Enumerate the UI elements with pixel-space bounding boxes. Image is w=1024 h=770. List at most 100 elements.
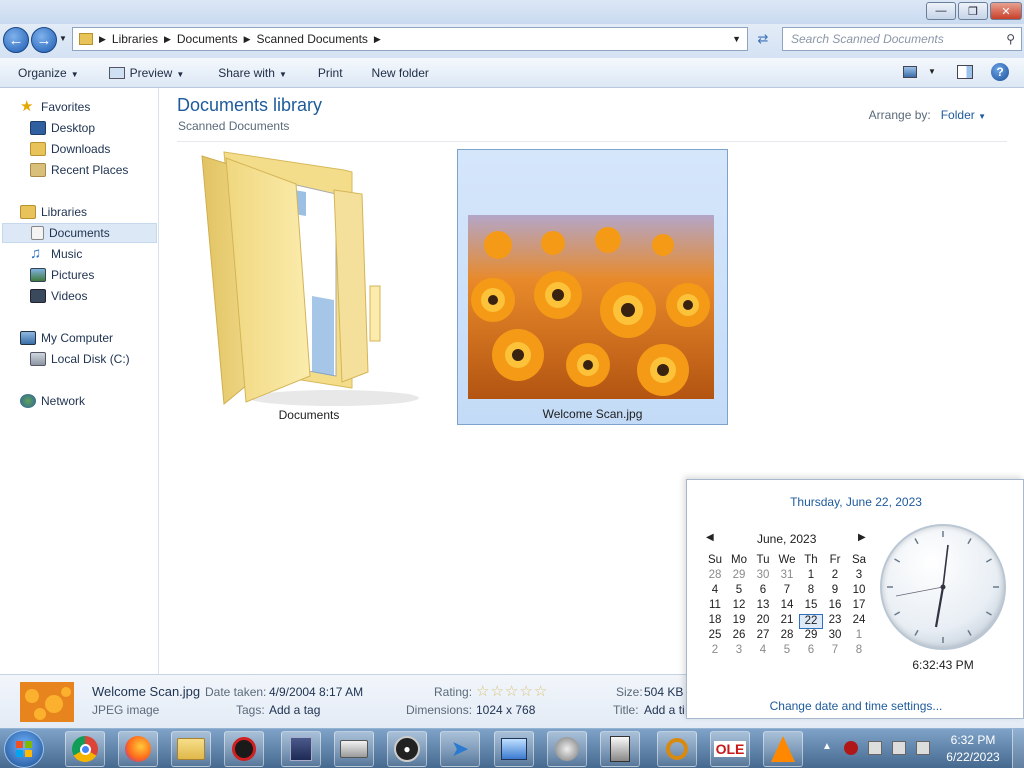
calendar-day[interactable]: 4 bbox=[751, 644, 775, 659]
nav-desktop[interactable]: Desktop bbox=[30, 118, 95, 138]
star-icon[interactable]: ☆ bbox=[490, 683, 504, 700]
calendar-day[interactable]: 27 bbox=[751, 629, 775, 644]
minimize-button[interactable]: — bbox=[926, 2, 956, 20]
calendar-day[interactable]: 29 bbox=[727, 569, 751, 584]
taskbar-app-gear[interactable] bbox=[224, 731, 264, 767]
nav-network[interactable]: Network bbox=[20, 391, 85, 411]
calendar-day[interactable]: 30 bbox=[751, 569, 775, 584]
calendar-day[interactable]: 24 bbox=[847, 614, 871, 629]
tray-volume-icon[interactable] bbox=[916, 741, 930, 755]
share-with-button[interactable]: Share with ▼ bbox=[218, 66, 287, 80]
start-button[interactable] bbox=[4, 730, 44, 768]
nav-libraries[interactable]: Libraries bbox=[20, 202, 87, 222]
calendar-day[interactable]: 2 bbox=[823, 569, 847, 584]
calendar-day[interactable]: 23 bbox=[823, 614, 847, 629]
calendar-day[interactable]: 6 bbox=[799, 644, 823, 659]
taskbar-explorer[interactable] bbox=[171, 731, 211, 767]
calendar-day[interactable]: 26 bbox=[727, 629, 751, 644]
show-desktop-button[interactable] bbox=[1012, 729, 1024, 769]
calendar-day[interactable]: 16 bbox=[823, 599, 847, 614]
taskbar-firefox[interactable] bbox=[118, 731, 158, 767]
star-icon[interactable]: ☆ bbox=[519, 683, 533, 700]
calendar-day[interactable]: 19 bbox=[727, 614, 751, 629]
prev-month-icon[interactable]: ◀ bbox=[706, 532, 714, 543]
search-input[interactable]: Search Scanned Documents ⚲ bbox=[782, 27, 1022, 51]
tray-app-icon[interactable] bbox=[844, 741, 858, 755]
calendar-day[interactable]: 29 bbox=[799, 629, 823, 644]
nav-favorites[interactable]: ★ Favorites bbox=[20, 97, 90, 117]
taskbar-chrome[interactable] bbox=[65, 731, 105, 767]
calendar-day[interactable]: 21 bbox=[775, 614, 799, 629]
calendar-day[interactable]: 15 bbox=[799, 599, 823, 614]
organize-button[interactable]: Organize ▼ bbox=[18, 66, 79, 80]
calendar-day[interactable]: 5 bbox=[727, 584, 751, 599]
date-taken-value[interactable]: 4/9/2004 8:17 AM bbox=[269, 685, 363, 699]
nav-downloads[interactable]: Downloads bbox=[30, 139, 110, 159]
calendar-day[interactable]: 7 bbox=[775, 584, 799, 599]
star-icon[interactable]: ☆ bbox=[476, 683, 490, 700]
taskbar-clock[interactable]: 6:32 PM 6/22/2023 bbox=[938, 732, 1008, 766]
calendar-day[interactable]: 3 bbox=[847, 569, 871, 584]
taskbar-search-app[interactable] bbox=[657, 731, 697, 767]
calendar-full-date[interactable]: Thursday, June 22, 2023 bbox=[687, 495, 1024, 509]
tray-network-icon[interactable] bbox=[892, 741, 906, 755]
address-bar[interactable]: ▶ Libraries ▶ Documents ▶ Scanned Docume… bbox=[72, 27, 748, 51]
crumb-separator-icon[interactable]: ▶ bbox=[164, 34, 171, 45]
restore-button[interactable]: ❐ bbox=[958, 2, 988, 20]
calendar-day[interactable]: 13 bbox=[751, 599, 775, 614]
nav-videos[interactable]: Videos bbox=[30, 286, 87, 306]
taskbar-lock-app[interactable]: ● bbox=[387, 731, 427, 767]
calendar-day[interactable]: 18 bbox=[703, 614, 727, 629]
crumb-separator-icon[interactable]: ▶ bbox=[374, 34, 381, 45]
calendar-day[interactable]: 22 bbox=[799, 614, 823, 629]
calendar-day[interactable]: 8 bbox=[799, 584, 823, 599]
crumb-separator-icon[interactable]: ▶ bbox=[244, 34, 251, 45]
tags-value[interactable]: Add a tag bbox=[269, 703, 320, 717]
calendar-day[interactable]: 1 bbox=[799, 569, 823, 584]
new-folder-button[interactable]: New folder bbox=[372, 66, 429, 80]
preview-button[interactable]: Preview ▼ bbox=[108, 66, 184, 80]
calendar-day[interactable]: 10 bbox=[847, 584, 871, 599]
calendar-day[interactable]: 7 bbox=[823, 644, 847, 659]
show-hidden-icons-icon[interactable]: ▲ bbox=[822, 741, 832, 752]
calendar-day[interactable]: 1 bbox=[847, 629, 871, 644]
calendar-day[interactable]: 12 bbox=[727, 599, 751, 614]
search-icon[interactable]: ⚲ bbox=[1006, 32, 1015, 46]
calendar-day[interactable]: 25 bbox=[703, 629, 727, 644]
taskbar-plane-app[interactable]: ➤ bbox=[440, 731, 480, 767]
taskbar-speaker-app[interactable] bbox=[547, 731, 587, 767]
calendar-day[interactable]: 2 bbox=[703, 644, 727, 659]
rating-stars[interactable]: ☆☆☆☆☆ bbox=[476, 682, 548, 700]
breadcrumb-documents[interactable]: Documents bbox=[177, 32, 238, 46]
calendar-day[interactable]: 9 bbox=[823, 584, 847, 599]
back-button[interactable]: ← bbox=[3, 27, 29, 53]
nav-my-computer[interactable]: My Computer bbox=[20, 328, 113, 348]
calendar-month-label[interactable]: June, 2023 bbox=[757, 532, 816, 546]
breadcrumb-libraries[interactable]: Libraries bbox=[112, 32, 158, 46]
calendar-day[interactable]: 5 bbox=[775, 644, 799, 659]
change-view-icon[interactable] bbox=[903, 66, 917, 78]
arrange-by-dropdown[interactable]: Folder ▼ bbox=[941, 108, 986, 122]
taskbar-scanner-app[interactable] bbox=[600, 731, 640, 767]
calendar-day[interactable]: 11 bbox=[703, 599, 727, 614]
calendar-day[interactable]: 8 bbox=[847, 644, 871, 659]
calendar-day[interactable]: 28 bbox=[775, 629, 799, 644]
folder-item-documents[interactable]: Documents bbox=[184, 146, 434, 426]
calendar-day[interactable]: 3 bbox=[727, 644, 751, 659]
refresh-button[interactable]: ⇄ bbox=[752, 27, 774, 51]
calendar-day[interactable]: 30 bbox=[823, 629, 847, 644]
tray-flag-icon[interactable] bbox=[868, 741, 882, 755]
view-options-icon[interactable]: ▼ bbox=[928, 67, 936, 76]
help-icon[interactable]: ? bbox=[991, 63, 1009, 81]
nav-documents[interactable]: Documents bbox=[2, 223, 157, 243]
address-dropdown-icon[interactable]: ▼ bbox=[732, 34, 741, 44]
calendar-day[interactable]: 6 bbox=[751, 584, 775, 599]
calendar-day[interactable]: 4 bbox=[703, 584, 727, 599]
print-button[interactable]: Print bbox=[318, 66, 343, 80]
nav-music[interactable]: ♫ Music bbox=[30, 244, 82, 264]
calendar-day[interactable]: 20 bbox=[751, 614, 775, 629]
calendar-day[interactable]: 17 bbox=[847, 599, 871, 614]
breadcrumb-scanned-documents[interactable]: Scanned Documents bbox=[257, 32, 368, 46]
calendar-day[interactable]: 28 bbox=[703, 569, 727, 584]
file-item-welcome-scan[interactable]: Welcome Scan.jpg bbox=[457, 149, 728, 425]
